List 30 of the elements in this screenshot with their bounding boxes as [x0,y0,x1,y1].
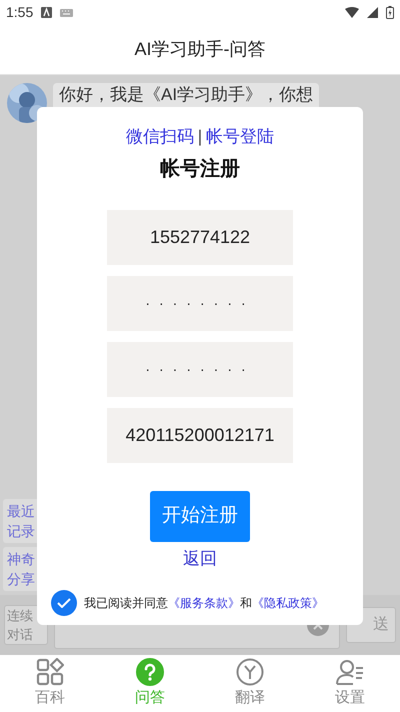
wechat-scan-link[interactable]: 微信扫码 [126,124,194,150]
agreement-text: 我已阅读并同意 [84,595,168,612]
agree-checkbox[interactable] [51,590,77,616]
dialog-title: 帐号注册 [160,156,240,182]
wifi-icon [345,7,359,18]
back-link[interactable]: 返回 [183,546,217,571]
password-field[interactable]: ········ [107,342,293,396]
account-login-link[interactable]: 帐号登陆 [206,124,274,150]
notification-icon [41,7,52,18]
letter-circle-icon [236,658,264,686]
question-icon [136,658,164,686]
battery-icon [386,6,394,19]
terms-link[interactable]: 《服务条款》 [168,594,240,612]
input-field[interactable]: 1552774122 [107,210,293,264]
user-icon [336,658,364,686]
nav-tab[interactable]: 百科 [0,655,100,712]
input-field[interactable]: 420115200012171 [107,408,293,462]
keyboard-icon [60,8,74,16]
check-icon [57,598,71,608]
signal-icon [367,7,378,18]
privacy-link[interactable]: 《隐私政策》 [252,594,324,612]
separator-text: | [198,126,202,148]
register-button[interactable]: 开始注册 [150,490,250,542]
and-text: 和 [240,595,252,612]
grid-icon [36,658,64,686]
password-field[interactable]: ········ [107,276,293,330]
nav-tab[interactable]: 设置 [300,655,400,712]
nav-tab[interactable]: 翻译 [200,655,300,712]
status-time: 1:55 [6,3,34,22]
page-title: AI学习助手-问答 [134,38,266,61]
